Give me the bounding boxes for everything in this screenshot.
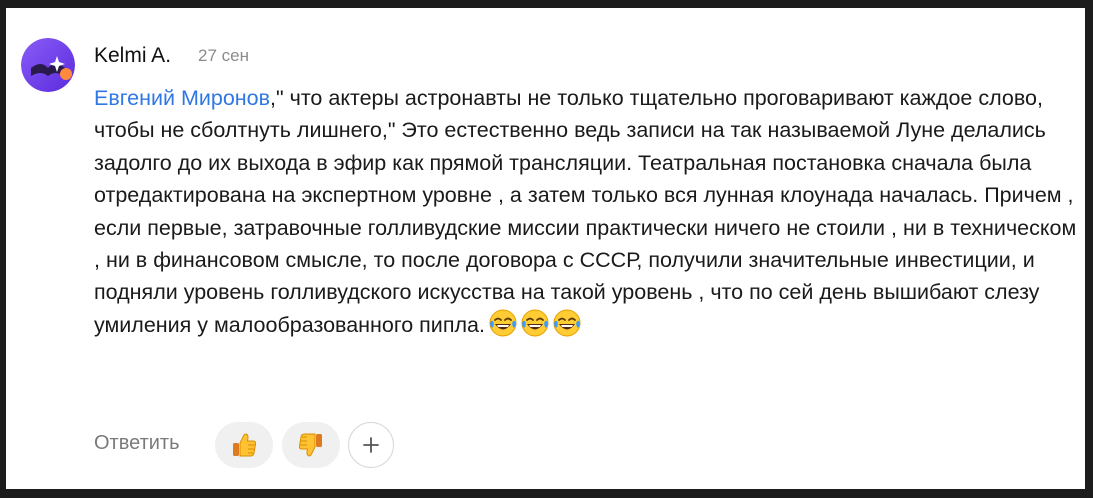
laughing-with-tears-emoji-2 xyxy=(521,309,549,337)
laughing-emoji-icon xyxy=(521,309,549,337)
window-frame: Kelmi A. 27 сен Евгений Миронов," что ак… xyxy=(0,0,1093,498)
avatar-image xyxy=(21,38,75,92)
add-reaction-button[interactable] xyxy=(348,422,394,468)
author-name[interactable]: Kelmi A. xyxy=(94,44,171,68)
laughing-with-tears-emoji-3 xyxy=(553,309,581,337)
thumbs-up-icon xyxy=(233,433,257,457)
plus-icon xyxy=(363,437,379,453)
laughing-emoji-icon xyxy=(553,309,581,337)
comment-text: ," что актеры астронавты не только тщате… xyxy=(94,86,1077,337)
like-button[interactable] xyxy=(215,422,273,468)
mention-link[interactable]: Евгений Миронов xyxy=(94,86,270,110)
comment-card: Kelmi A. 27 сен Евгений Миронов," что ак… xyxy=(6,8,1085,489)
dislike-button[interactable] xyxy=(282,422,340,468)
avatar[interactable] xyxy=(21,38,75,92)
comment-date[interactable]: 27 сен xyxy=(198,46,249,66)
laughing-emoji-icon xyxy=(489,309,517,337)
laughing-with-tears-emoji-1 xyxy=(489,309,517,337)
thumbs-down-icon xyxy=(298,433,322,457)
reply-button[interactable]: Ответить xyxy=(94,432,180,455)
comment-body: Евгений Миронов," что актеры астронавты … xyxy=(94,82,1079,341)
